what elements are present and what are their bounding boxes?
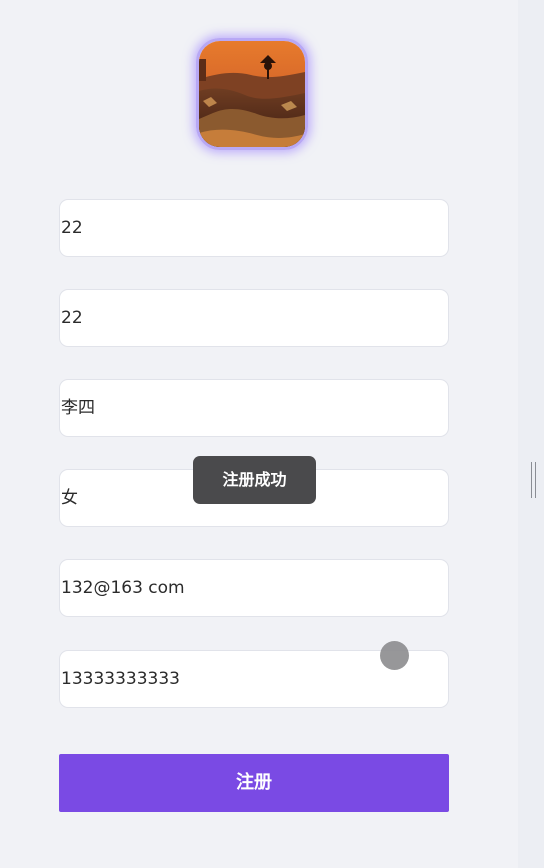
avatar[interactable] <box>196 38 308 150</box>
password-field[interactable]: 22 <box>59 289 449 347</box>
register-button[interactable]: 注册 <box>59 754 449 812</box>
avatar-image <box>199 41 305 147</box>
side-strip <box>518 0 544 868</box>
touch-indicator <box>380 641 409 670</box>
username-field[interactable]: 22 <box>59 199 449 257</box>
name-field[interactable]: 李四 <box>59 379 449 437</box>
success-toast: 注册成功 <box>193 456 316 504</box>
scroll-handle-icon[interactable] <box>531 462 536 498</box>
email-field[interactable]: 132@163 com <box>59 559 449 617</box>
